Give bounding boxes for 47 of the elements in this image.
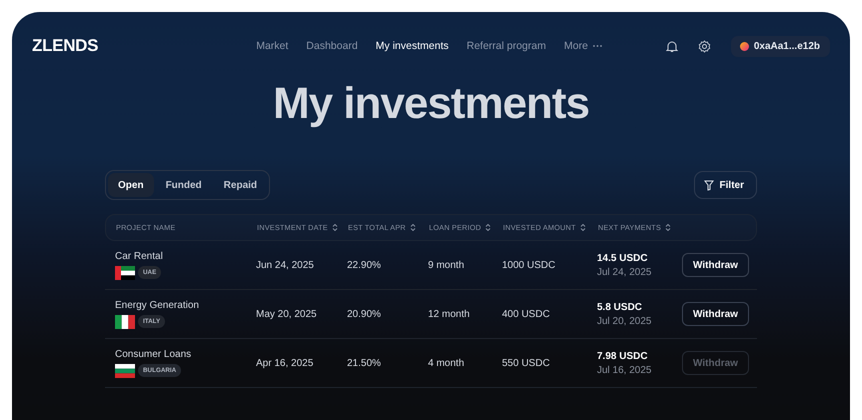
loan-period: 4 month — [428, 358, 466, 368]
invested-amount: 1000 USDC — [502, 260, 556, 270]
withdraw-button[interactable]: Withdraw — [682, 253, 749, 277]
wallet-button[interactable]: 0xaAa1...e12b — [730, 36, 830, 56]
sort-icon[interactable] — [665, 223, 672, 232]
nav-link[interactable]: More — [564, 40, 602, 52]
invested-amount: 550 USDC — [502, 358, 551, 368]
payment-amount: 14.5 USDC — [597, 252, 649, 264]
filter-icon — [704, 180, 714, 190]
flag-icon — [115, 314, 135, 328]
investment-date: May 20, 2025 — [256, 308, 318, 320]
withdraw-button[interactable]: Withdraw — [682, 302, 749, 326]
sort-icon[interactable] — [410, 223, 416, 232]
nav-link[interactable]: Referral program — [466, 40, 546, 52]
investment-date: Jun 24, 2025 — [256, 260, 315, 270]
payment-date: Jul 20, 2025 — [597, 316, 652, 326]
invested-amount: 400 USDC — [502, 308, 551, 320]
payment-amount: 5.8 USDC — [597, 302, 644, 312]
settings-icon[interactable] — [698, 40, 711, 52]
loan-period: 9 month — [428, 260, 466, 270]
filter-button[interactable]: Filter — [694, 171, 757, 199]
payment-date: Jul 24, 2025 — [597, 266, 652, 278]
apr-value: 21.50% — [347, 358, 382, 368]
apr-value: 22.90% — [347, 260, 382, 270]
project-name: Car Rental — [115, 250, 164, 262]
tab[interactable]: Funded — [156, 173, 212, 197]
nav-link[interactable]: Dashboard — [306, 40, 358, 52]
tab[interactable]: Open — [108, 173, 154, 197]
payment-date: Jul 16, 2025 — [597, 364, 652, 376]
nav-link[interactable]: My investments — [376, 40, 449, 52]
tab[interactable]: Repaid — [214, 173, 268, 197]
page-title: My investments — [272, 78, 590, 130]
sort-icon[interactable] — [332, 223, 338, 232]
project-name: Consumer Loans — [115, 348, 192, 360]
sort-icon[interactable] — [580, 223, 586, 232]
payment-amount: 7.98 USDC — [597, 350, 649, 362]
brand-logo[interactable]: ZLENDS — [32, 36, 98, 56]
nav-link[interactable]: Market — [256, 40, 288, 52]
project-name: Energy Generation — [115, 300, 200, 310]
loan-period: 12 month — [428, 308, 471, 320]
bell-icon[interactable] — [666, 40, 678, 52]
investment-date: Apr 16, 2025 — [256, 358, 314, 368]
flag-icon — [115, 364, 135, 378]
avatar-icon — [740, 42, 749, 50]
apr-value: 20.90% — [347, 308, 382, 320]
sort-icon[interactable] — [485, 223, 492, 232]
flag-icon — [115, 266, 135, 280]
